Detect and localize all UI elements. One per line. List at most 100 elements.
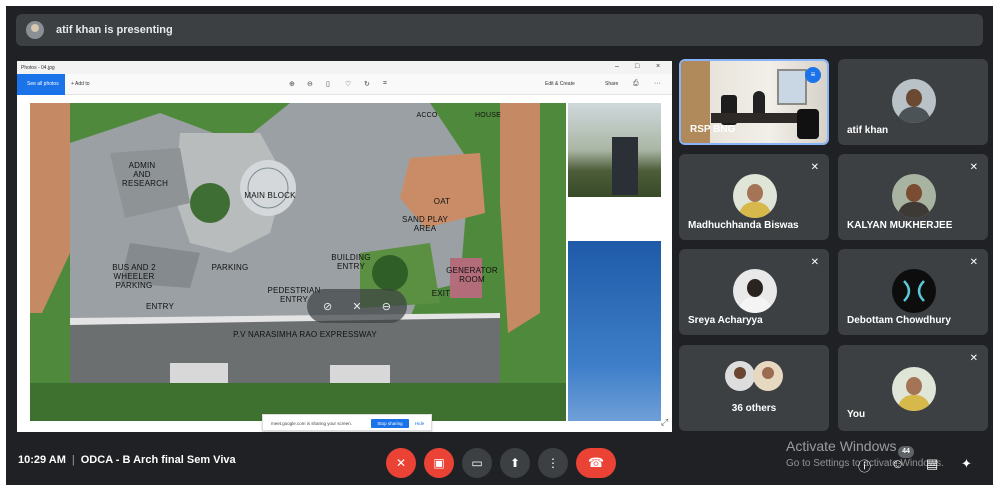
more-icon[interactable]: ··· [654,80,661,87]
expand-icon[interactable]: ⤢ [661,417,668,428]
avatar [733,174,777,218]
participant-name: Debottam Chowdhury [847,315,951,326]
participant-tile-others[interactable]: 36 others [679,345,829,431]
avatar-head [906,89,922,107]
avatar-body [898,107,930,123]
end-call-button[interactable]: ☎ [576,448,616,478]
presenting-banner: atif khan is presenting [16,14,983,46]
participant-name: RSP BNG [690,124,736,135]
present-icon: ⬆ [509,456,521,470]
presenter-avatar [26,21,44,39]
mic-off-icon: ✕ [810,257,819,268]
mic-off-icon: ✕ [969,162,978,173]
meeting-separator: | [71,454,75,466]
label-entry: ENTRY [146,302,174,311]
see-all-photos-button[interactable]: See all photos [17,74,65,95]
render-building [612,137,638,195]
participant-tile-debottam[interactable]: ✕ Debottam Chowdhury [838,249,988,335]
share-button[interactable]: Share [605,81,618,87]
mic-off-icon: ✕ [395,456,407,470]
photos-window-titlebar: Photos - 04.jpg – □ × [17,61,672,74]
label-house: HOUSE [475,112,501,119]
end-call-icon: ☎ [587,455,605,470]
avatar [733,269,777,313]
sharing-message: meet.google.com is sharing your screen. [271,421,353,426]
participant-name: atif khan [847,125,889,136]
avatar-small-2 [753,361,783,391]
avatar-head [906,184,922,202]
maximize-button[interactable]: □ [635,63,639,70]
participant-tile-atif-khan[interactable]: atif khan [838,59,988,145]
captions-button[interactable]: ▭ [462,448,492,478]
pin-off-icon[interactable]: ⊘ [323,300,332,313]
screen-sharing-notice: meet.google.com is sharing your screen. … [262,414,432,431]
mute-presenter-icon[interactable]: ✕ [352,300,361,313]
activate-windows-watermark: Activate Windows [786,438,897,454]
meeting-details-icon[interactable]: ⓘ [858,456,871,475]
meeting-info: 10:29 AM | ODCA - B Arch final Sem Viva [18,454,236,466]
avatar-logo [892,269,936,313]
close-button[interactable]: × [656,63,660,70]
minimize-button[interactable]: – [615,63,619,70]
video-window [777,69,807,105]
video-desk [711,113,809,123]
avatar-small-1 [725,361,755,391]
label-sand-play-area: SAND PLAY AREA [401,215,449,233]
avatar-body [898,202,930,218]
zoom-in-icon[interactable]: ⊕ [289,80,295,88]
present-button[interactable]: ⬆ [500,448,530,478]
meeting-time: 10:29 AM [18,454,66,466]
site-plan-drawing [30,103,566,421]
crop-icon[interactable]: ⌗ [383,80,387,88]
avatar-head [762,367,774,379]
label-building-entry: BUILDING ENTRY [331,253,371,271]
label-expressway: P.V NARASIMHA RAO EXPRESSWAY [233,330,377,339]
speaking-indicator-icon: ≡ [805,67,821,83]
shared-screen: Photos - 04.jpg – □ × See all photos + A… [17,61,672,432]
add-to-button[interactable]: + Add to [71,81,90,87]
meet-app: atif khan is presenting Photos - 04.jpg … [6,6,993,485]
site-plan-image: ADMIN AND RESEARCH MAIN BLOCK OAT SAND P… [30,103,566,421]
avatar-body [739,297,771,313]
render-photo-top [568,103,661,197]
label-admin: ADMIN AND RESEARCH [122,161,169,188]
favorite-icon[interactable]: ♡ [345,80,351,88]
people-icon[interactable]: ☺ [891,456,904,471]
remove-icon[interactable]: ⊖ [382,300,391,313]
camera-off-icon: ▣ [433,456,445,470]
label-parking: PARKING [211,263,249,272]
print-icon[interactable]: ⎙ [633,80,639,88]
hide-button[interactable]: Hide [415,421,424,426]
zoom-out-icon[interactable]: ⊖ [307,80,313,88]
others-count: 36 others [731,403,777,414]
participant-tile-rsp-bng[interactable]: ≡ RSP BNG [679,59,829,145]
participant-tile-madhuchhanda[interactable]: ✕ Madhuchhanda Biswas [679,154,829,240]
avatar-head [747,184,763,202]
label-bus-parking: BUS AND 2 WHEELER PARKING [112,263,156,290]
bottom-bar: 10:29 AM | ODCA - B Arch final Sem Viva ✕ … [6,438,993,485]
edit-create-button[interactable]: Edit & Create [545,81,575,87]
participant-tile-sreya[interactable]: ✕ Sreya Acharyya [679,249,829,335]
captions-icon: ▭ [471,456,483,470]
more-options-button[interactable]: ⋮ [538,448,568,478]
avatar-head [747,279,763,297]
rotate-icon[interactable]: ↻ [364,80,370,88]
avatar-body [739,202,771,218]
delete-icon[interactable]: ▯ [326,80,330,88]
participant-name: Sreya Acharyya [688,315,763,326]
participant-tile-you[interactable]: ✕ You [838,345,988,431]
avatar [892,79,936,123]
render-photo-bottom [568,241,661,421]
participant-name: KALYAN MUKHERJEE [847,220,953,231]
camera-toggle-button[interactable]: ▣ [424,448,454,478]
chat-icon[interactable]: ▤ [926,456,938,472]
stop-sharing-button[interactable]: Stop sharing [371,419,409,428]
more-options-icon: ⋮ [547,456,559,470]
participant-name: You [847,409,866,420]
label-exit: EXIT [431,289,451,298]
label-oat: OAT [433,197,451,206]
avatar-body [898,395,930,411]
activities-icon[interactable]: ✦ [961,456,972,472]
participant-tile-kalyan[interactable]: ✕ KALYAN MUKHERJEE [838,154,988,240]
mic-toggle-button[interactable]: ✕ [386,448,416,478]
